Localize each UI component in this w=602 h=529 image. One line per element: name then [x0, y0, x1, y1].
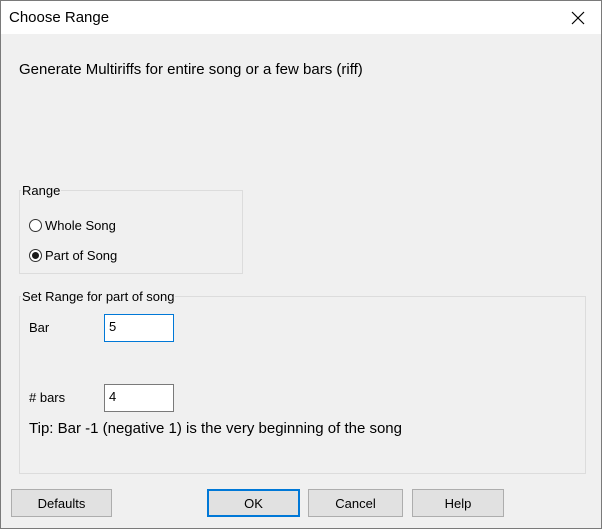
radio-part-of-song[interactable]: Part of Song	[29, 245, 117, 265]
whole-song-radio[interactable]	[29, 218, 42, 232]
dialog-title: Choose Range	[9, 9, 110, 26]
cancel-button[interactable]: Cancel	[308, 489, 403, 517]
bar-label: Bar	[29, 320, 50, 335]
part-of-song-label: Part of Song	[45, 247, 118, 263]
bar-input[interactable]: 5	[104, 314, 174, 342]
ok-button[interactable]: OK	[207, 489, 300, 517]
close-button[interactable]	[555, 1, 601, 34]
set-range-group: Set Range for part of song Bar 5 # bars …	[19, 289, 586, 474]
title-bar: Choose Range	[1, 1, 601, 34]
radio-whole-song[interactable]: Whole Song	[29, 215, 116, 235]
range-group: Range Whole Song Part of Song	[19, 183, 243, 274]
range-group-legend: Range	[22, 183, 61, 198]
close-icon	[571, 11, 585, 24]
help-button[interactable]: Help	[412, 489, 504, 517]
num-bars-input[interactable]: 4	[104, 384, 174, 412]
tip-text: Tip: Bar -1 (negative 1) is the very beg…	[29, 420, 402, 437]
set-range-group-legend: Set Range for part of song	[22, 289, 175, 304]
whole-song-label: Whole Song	[45, 217, 116, 233]
choose-range-dialog: Choose Range Generate Multiriffs for ent…	[0, 0, 602, 529]
num-bars-label: # bars	[29, 390, 66, 405]
intro-text: Generate Multiriffs for entire song or a…	[19, 61, 363, 78]
defaults-button[interactable]: Defaults	[11, 489, 112, 517]
part-of-song-radio[interactable]	[29, 248, 42, 262]
